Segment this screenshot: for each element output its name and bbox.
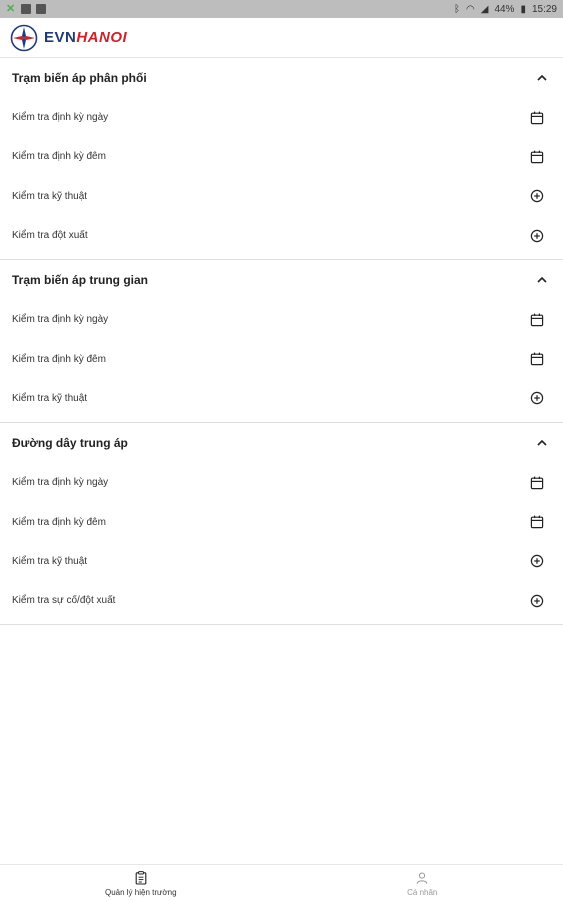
brand-evn: EVN <box>44 29 76 46</box>
bluetooth-icon: ᛒ <box>454 4 460 15</box>
section-title: Trạm biến áp phân phối <box>12 71 147 85</box>
list-item-label: Kiểm tra định kỳ ngày <box>12 477 108 488</box>
list-item[interactable]: Kiểm tra định kỳ ngày <box>0 463 563 502</box>
add-circle-icon[interactable] <box>529 553 545 569</box>
nav-item-ca-nhan[interactable]: Cá nhân <box>282 865 563 901</box>
list-item[interactable]: Kiểm tra đột xuất <box>0 216 563 255</box>
list-item[interactable]: Kiểm tra sự cố/đột xuất <box>0 581 563 620</box>
calendar-icon[interactable] <box>529 351 545 367</box>
list-item[interactable]: Kiểm tra định kỳ đêm <box>0 502 563 541</box>
person-icon <box>414 870 430 886</box>
section-tram-bien-ap-trung-gian: Trạm biến áp trung gian Kiểm tra định kỳ … <box>0 260 563 423</box>
section-title: Đường dây trung áp <box>12 436 128 450</box>
brand-wordmark: EVNHANOI <box>44 29 127 46</box>
chevron-up-icon[interactable] <box>535 436 549 450</box>
nav-label: Quản lý hiện trường <box>105 888 177 897</box>
calendar-icon[interactable] <box>529 110 545 126</box>
signal-icon: ◢ <box>481 4 489 15</box>
clipboard-icon <box>133 870 149 886</box>
calendar-icon[interactable] <box>529 149 545 165</box>
section-duong-day-trung-ap: Đường dây trung áp Kiểm tra định kỳ ngày K… <box>0 423 563 625</box>
bottom-navigation: Quản lý hiện trường Cá nhân <box>0 864 563 901</box>
list-item-label: Kiểm tra định kỳ đêm <box>12 354 106 365</box>
section-header[interactable]: Trạm biến áp phân phối <box>0 58 563 98</box>
notification-icons: ✕ <box>6 4 46 14</box>
list-item[interactable]: Kiểm tra kỹ thuật <box>0 542 563 581</box>
list-item[interactable]: Kiểm tra định kỳ đêm <box>0 137 563 176</box>
download-notification-icon <box>36 4 46 14</box>
list-item[interactable]: Kiểm tra kỹ thuật <box>0 177 563 216</box>
calendar-icon[interactable] <box>529 475 545 491</box>
list-item-label: Kiểm tra định kỳ đêm <box>12 151 106 162</box>
image-notification-icon <box>21 4 31 14</box>
section-header[interactable]: Trạm biến áp trung gian <box>0 260 563 300</box>
brand-hanoi: HANOI <box>76 29 127 46</box>
status-bar: ✕ ᛒ ◠ ◢ 44% ▮ 15:29 <box>0 0 563 18</box>
battery-level: 44% <box>494 4 514 15</box>
section-title: Trạm biến áp trung gian <box>12 273 148 287</box>
list-item-label: Kiểm tra kỹ thuật <box>12 393 87 404</box>
list-item[interactable]: Kiểm tra định kỳ ngày <box>0 98 563 137</box>
section-tram-bien-ap-phan-phoi: Trạm biến áp phân phối Kiểm tra định kỳ n… <box>0 58 563 260</box>
chevron-up-icon[interactable] <box>535 273 549 287</box>
battery-icon: ▮ <box>520 4 526 15</box>
inspection-menu: Trạm biến áp phân phối Kiểm tra định kỳ n… <box>0 58 563 625</box>
nav-item-quan-ly-hien-truong[interactable]: Quản lý hiện trường <box>0 865 282 901</box>
calendar-icon[interactable] <box>529 514 545 530</box>
app-notification-icon: ✕ <box>6 4 16 14</box>
clock: 15:29 <box>532 4 557 15</box>
chevron-up-icon[interactable] <box>535 71 549 85</box>
list-item[interactable]: Kiểm tra kỹ thuật <box>0 379 563 418</box>
list-item-label: Kiểm tra định kỳ ngày <box>12 112 108 123</box>
evn-logo-icon <box>10 24 38 52</box>
add-circle-icon[interactable] <box>529 188 545 204</box>
list-item-label: Kiểm tra kỹ thuật <box>12 556 87 567</box>
wifi-icon: ◠ <box>466 4 475 15</box>
list-item-label: Kiểm tra đột xuất <box>12 230 88 241</box>
list-item[interactable]: Kiểm tra định kỳ ngày <box>0 300 563 339</box>
list-item-label: Kiểm tra định kỳ đêm <box>12 517 106 528</box>
calendar-icon[interactable] <box>529 312 545 328</box>
add-circle-icon[interactable] <box>529 390 545 406</box>
list-item[interactable]: Kiểm tra định kỳ đêm <box>0 339 563 378</box>
list-item-label: Kiểm tra kỹ thuật <box>12 191 87 202</box>
add-circle-icon[interactable] <box>529 228 545 244</box>
system-indicators: ᛒ ◠ ◢ 44% ▮ 15:29 <box>454 4 557 15</box>
list-item-label: Kiểm tra sự cố/đột xuất <box>12 595 115 606</box>
app-header: EVNHANOI <box>0 18 563 58</box>
add-circle-icon[interactable] <box>529 593 545 609</box>
nav-label: Cá nhân <box>407 888 437 897</box>
list-item-label: Kiểm tra định kỳ ngày <box>12 314 108 325</box>
section-header[interactable]: Đường dây trung áp <box>0 423 563 463</box>
